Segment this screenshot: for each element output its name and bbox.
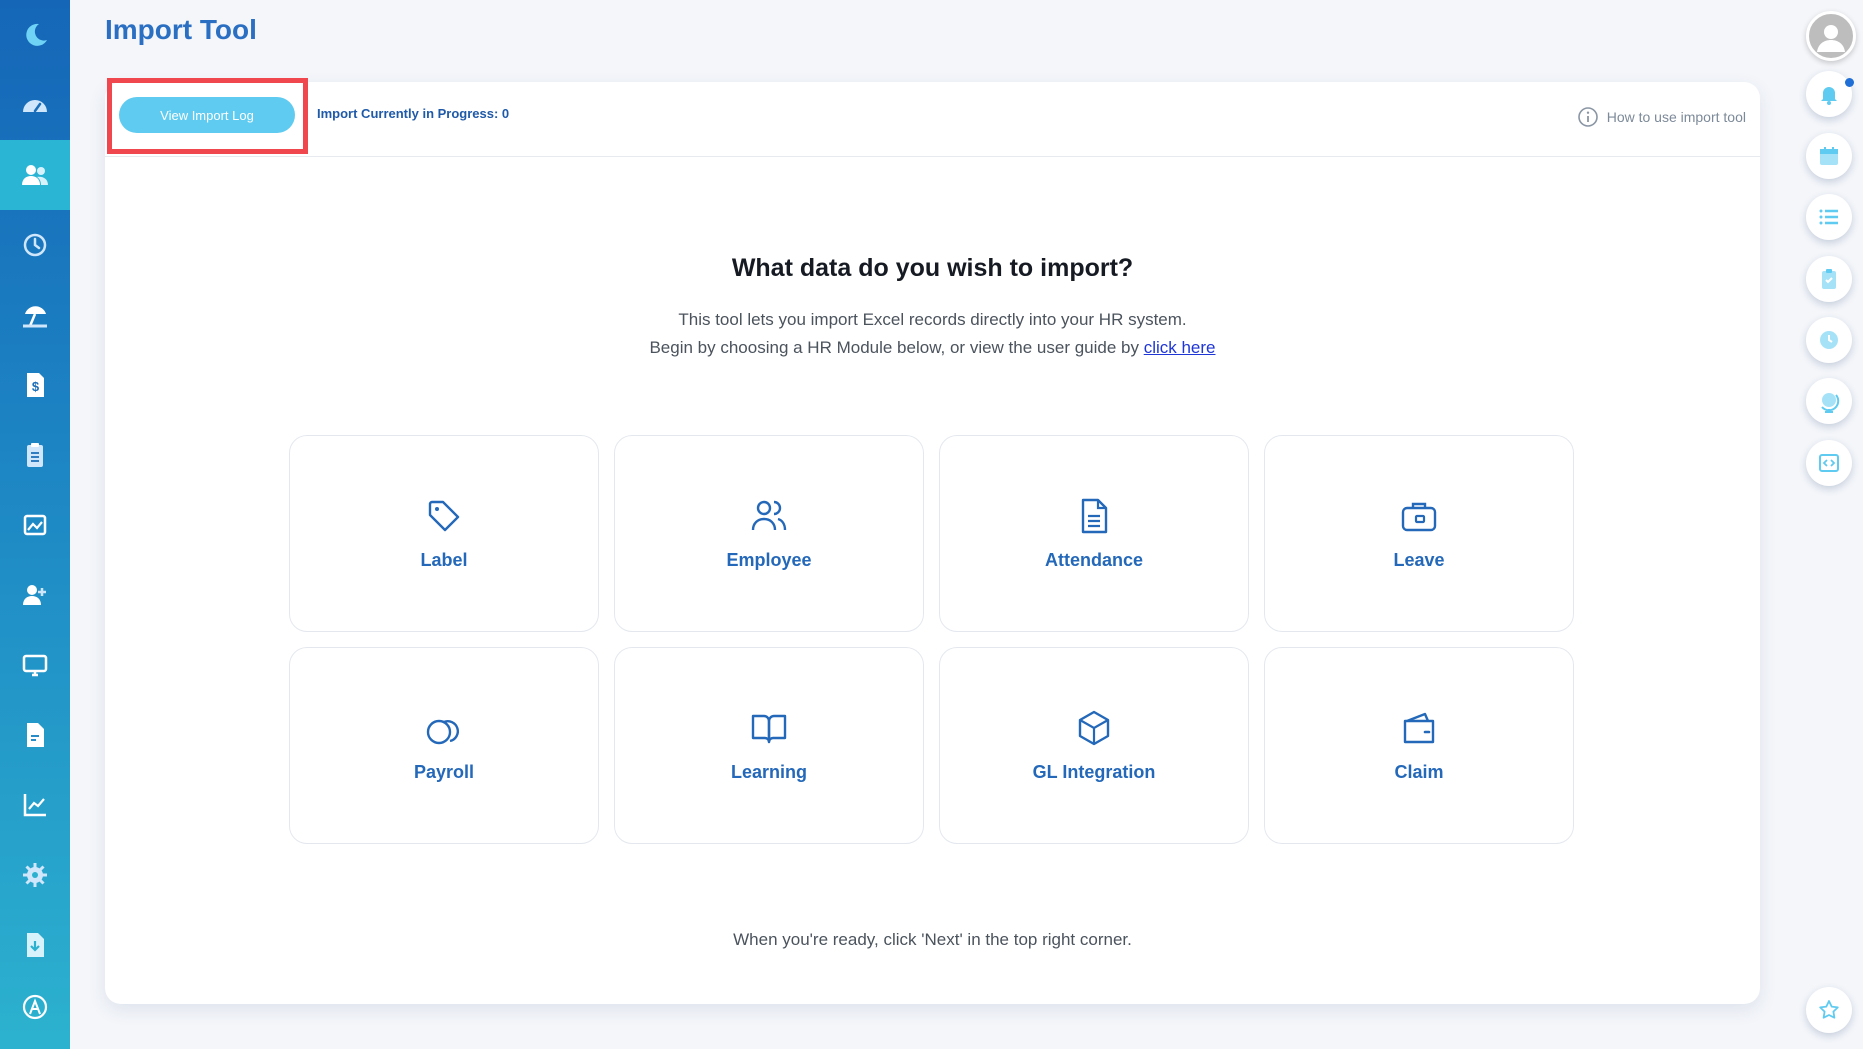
briefcase-icon: [1401, 502, 1437, 532]
sidebar-item-people[interactable]: [0, 140, 70, 210]
sidebar-item-analytics[interactable]: [0, 770, 70, 840]
module-attendance-label: Attendance: [1044, 550, 1143, 570]
module-leave-label: Leave: [1393, 550, 1445, 570]
add-person-icon: [23, 585, 46, 605]
file-icon: [27, 723, 44, 747]
module-claim-label: Claim: [1394, 762, 1444, 782]
cube-icon: [1078, 710, 1110, 746]
sidebar-item-settings[interactable]: [0, 840, 70, 910]
how-to-use-link[interactable]: How to use import tool: [1577, 106, 1746, 128]
module-tile-employee[interactable]: Employee: [614, 435, 924, 632]
module-learning-label: Learning: [730, 762, 807, 782]
monitor-icon: [22, 654, 48, 677]
description-line-1: This tool lets you import Excel records …: [678, 310, 1187, 329]
sidebar-item-training[interactable]: [0, 630, 70, 700]
beach-umbrella-icon: [23, 306, 47, 328]
left-sidebar: $: [0, 0, 70, 1049]
module-gl-integration-label: GL Integration: [1032, 762, 1156, 782]
user-avatar[interactable]: [1806, 11, 1856, 61]
dollar-document-icon: $: [27, 373, 44, 397]
import-heading: What data do you wish to import?: [731, 254, 1134, 282]
sidebar-item-documents[interactable]: [0, 700, 70, 770]
sidebar-item-tasks[interactable]: [0, 420, 70, 490]
module-tile-label[interactable]: Label: [289, 435, 599, 632]
footer-instruction: When you're ready, click 'Next' in the t…: [733, 930, 1132, 949]
clock-icon: [1820, 331, 1838, 349]
clipboard-icon: [27, 443, 43, 467]
sidebar-item-payroll[interactable]: $: [0, 350, 70, 420]
calendar-button[interactable]: [1806, 133, 1852, 179]
sidebar-item-downloads[interactable]: [0, 910, 70, 980]
info-icon: [1577, 107, 1598, 127]
history-clock-icon: [23, 233, 47, 257]
module-tile-learning[interactable]: Learning: [614, 647, 924, 844]
sidebar-item-leave[interactable]: [0, 280, 70, 350]
moon-logo-icon: [26, 23, 47, 46]
book-icon: [751, 714, 787, 744]
line-chart-icon: [23, 794, 46, 817]
import-toolbar: View Import Log Import Currently in Prog…: [105, 78, 1760, 157]
avatar-icon: [1817, 25, 1845, 52]
tag-icon: [428, 500, 460, 532]
clipboard-check-icon: [1822, 269, 1836, 289]
calendar-icon: [1820, 147, 1838, 165]
image-chart-icon: [23, 514, 47, 536]
svg-text:$: $: [32, 379, 40, 394]
import-progress-text: Import Currently in Progress: 0: [317, 106, 510, 121]
description-line-2: Begin by choosing a HR Module below, or …: [105, 334, 1760, 362]
view-import-log-button[interactable]: View Import Log: [119, 97, 295, 133]
import-card: View Import Log Import Currently in Prog…: [105, 78, 1760, 1004]
download-file-icon: [27, 933, 44, 957]
favorites-button[interactable]: [1806, 987, 1852, 1033]
notifications-button[interactable]: [1806, 71, 1852, 117]
module-tile-leave[interactable]: Leave: [1264, 435, 1574, 632]
notification-dot: [1845, 78, 1854, 87]
module-payroll-label: Payroll: [413, 762, 475, 782]
star-icon: [1819, 1000, 1839, 1019]
sidebar-item-history[interactable]: [0, 210, 70, 280]
list-icon: [1819, 209, 1838, 225]
app-logo-icon: [22, 994, 48, 1020]
description-line-2-text: Begin by choosing a HR Module below, or …: [649, 338, 1144, 357]
dashboard-gauge-icon: [23, 100, 47, 113]
code-button[interactable]: [1806, 440, 1852, 486]
module-tile-gl-integration[interactable]: GL Integration: [939, 647, 1249, 844]
user-guide-link[interactable]: click here: [1144, 338, 1216, 357]
settings-gear-icon: [23, 863, 47, 887]
module-tile-attendance[interactable]: Attendance: [939, 435, 1249, 632]
people-icon: [22, 165, 48, 185]
wallet-icon: [1403, 712, 1435, 744]
module-employee-label: Employee: [726, 550, 812, 570]
sidebar-item-recruit[interactable]: [0, 560, 70, 630]
bell-icon: [1821, 87, 1837, 105]
document-list-icon: [1081, 498, 1108, 534]
module-tile-payroll[interactable]: Payroll: [289, 647, 599, 844]
sidebar-item-dashboard[interactable]: [0, 70, 70, 140]
module-label-label: Label: [420, 550, 468, 570]
time-button[interactable]: [1806, 317, 1852, 363]
coins-icon: [426, 719, 459, 745]
list-button[interactable]: [1806, 194, 1852, 240]
globe-icon: [1821, 393, 1840, 413]
employees-icon: [751, 500, 787, 531]
sidebar-item-app[interactable]: [0, 972, 70, 1042]
module-tile-claim[interactable]: Claim: [1264, 647, 1574, 844]
import-description: This tool lets you import Excel records …: [105, 306, 1760, 362]
code-icon: [1819, 454, 1839, 472]
how-to-use-label: How to use import tool: [1606, 109, 1746, 125]
tasks-button[interactable]: [1806, 256, 1852, 302]
sidebar-item-logo[interactable]: [0, 0, 70, 70]
globe-button[interactable]: [1806, 378, 1852, 424]
sidebar-item-reports[interactable]: [0, 490, 70, 560]
page-title: Import Tool: [105, 14, 257, 45]
